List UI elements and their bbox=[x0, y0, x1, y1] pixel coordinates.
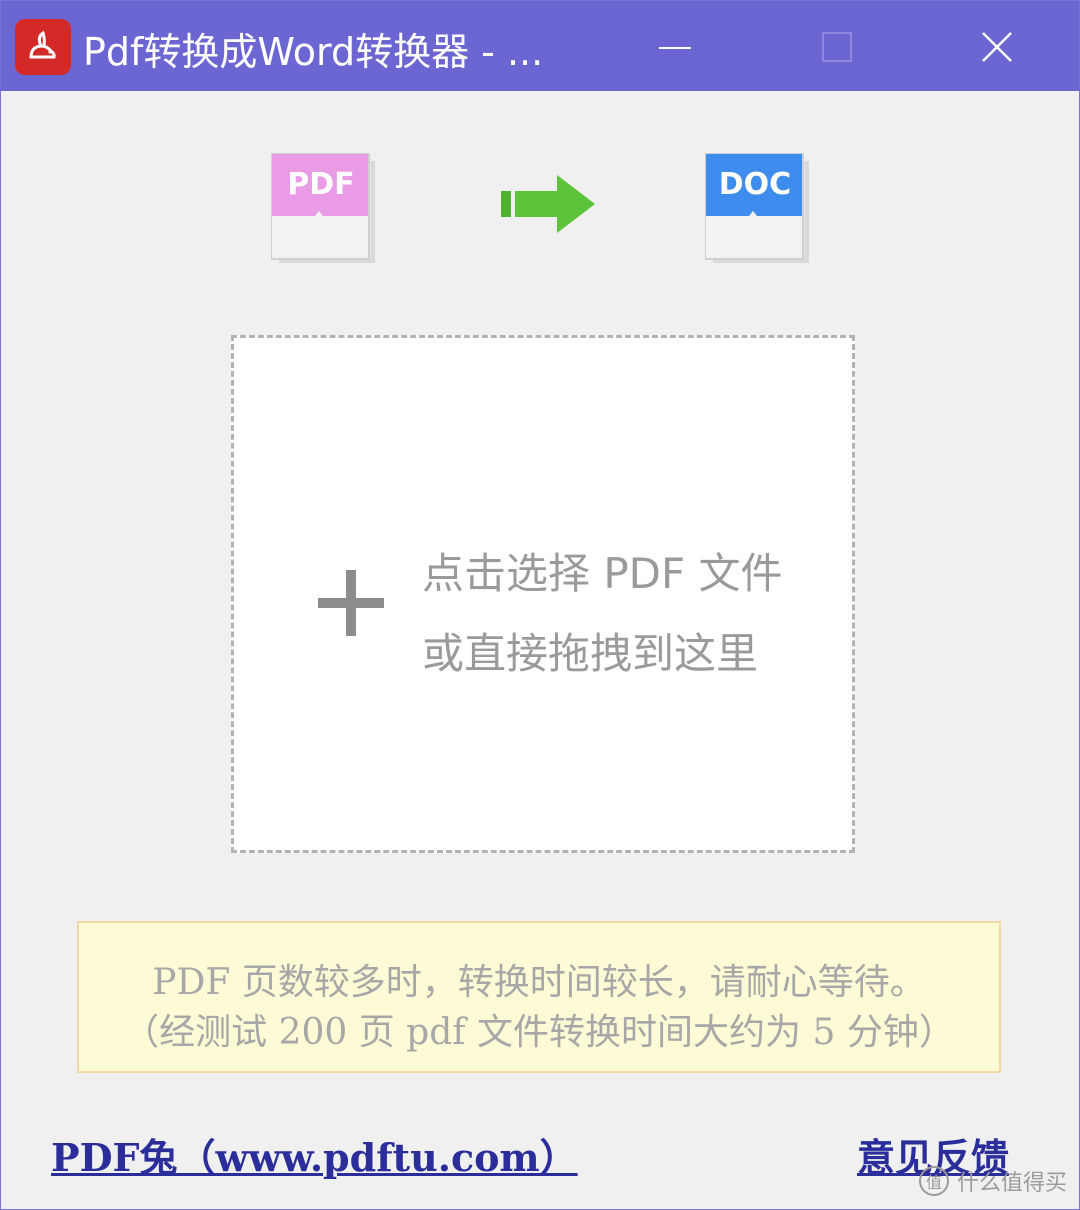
plus-icon bbox=[316, 568, 386, 642]
doc-file-icon: DOC bbox=[704, 152, 813, 265]
doc-label: DOC bbox=[718, 167, 792, 202]
title-bar[interactable]: Pdf转换成Word转换器 - ... bbox=[1, 1, 1079, 91]
app-window: Pdf转换成Word转换器 - ... PDF DOC 点击选择 PDF 文件 … bbox=[0, 0, 1080, 1210]
rabbit-app-icon bbox=[15, 19, 71, 75]
notice-text-line1: PDF 页数较多时，转换时间较长，请耐心等待。 bbox=[152, 962, 926, 1003]
watermark-badge-icon: 值 bbox=[918, 1166, 949, 1196]
close-icon bbox=[982, 32, 1012, 62]
minimize-button[interactable] bbox=[645, 21, 705, 73]
close-button[interactable] bbox=[967, 21, 1027, 73]
minimize-icon bbox=[659, 47, 691, 49]
website-link[interactable]: PDF兔（www.pdftu.com） bbox=[51, 1127, 578, 1182]
drop-instruction-select: 点击选择 PDF 文件 bbox=[422, 549, 783, 598]
maximize-button[interactable] bbox=[807, 21, 867, 73]
file-drop-zone[interactable]: 点击选择 PDF 文件 或直接拖拽到这里 bbox=[231, 335, 855, 853]
notice-text-line2: （经测试 200 页 pdf 文件转换时间大约为 5 分钟） bbox=[123, 1012, 955, 1053]
drop-instruction-drag: 或直接拖拽到这里 bbox=[422, 629, 759, 678]
convert-arrow-icon bbox=[501, 173, 597, 241]
pdf-file-icon: PDF bbox=[270, 152, 379, 265]
conversion-time-notice: PDF 页数较多时，转换时间较长，请耐心等待。 （经测试 200 页 pdf 文… bbox=[77, 921, 1001, 1073]
watermark-text: 什么值得买 bbox=[956, 1171, 1067, 1196]
window-title: Pdf转换成Word转换器 - ... bbox=[83, 30, 544, 74]
watermark: 值 什么值得买 bbox=[918, 1165, 1067, 1197]
pdf-label: PDF bbox=[287, 167, 355, 202]
maximize-icon bbox=[822, 32, 852, 62]
